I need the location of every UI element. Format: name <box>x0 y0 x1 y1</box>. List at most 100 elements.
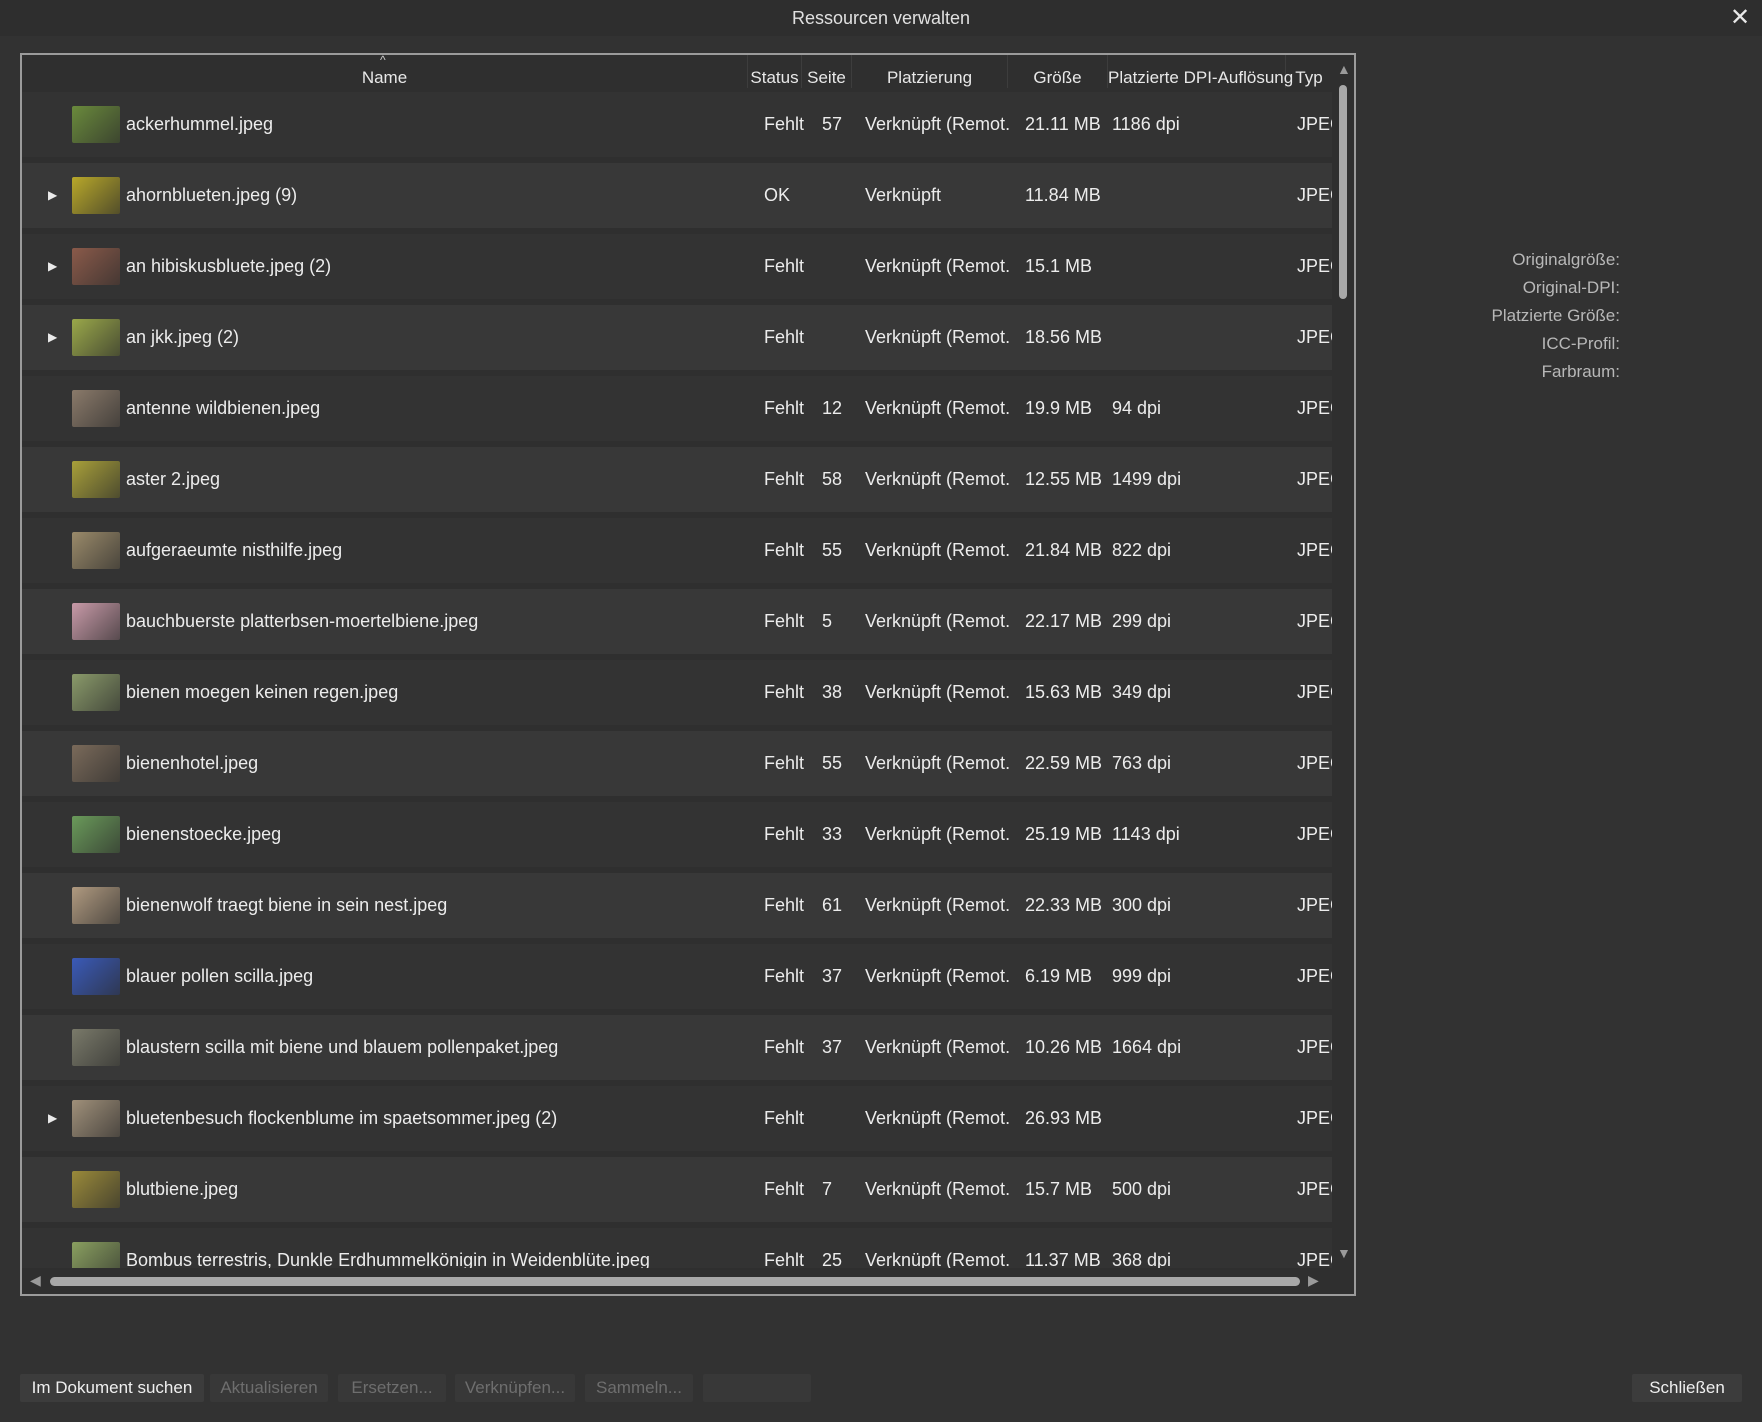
image-thumbnail <box>72 461 120 498</box>
horizontal-scrollbar[interactable]: ◀ ▶ <box>22 1268 1332 1294</box>
cell-type: JPEG <box>1297 682 1332 702</box>
cell-dpi: 299 dpi <box>1112 611 1172 631</box>
cell-type: JPEG <box>1297 469 1332 489</box>
cell-size: 19.9 MB <box>1025 398 1093 418</box>
expand-arrow-icon[interactable]: ▶ <box>48 305 57 370</box>
cell-status: OK <box>764 185 791 205</box>
image-thumbnail <box>72 603 120 640</box>
cell-dpi: 500 dpi <box>1112 1179 1172 1199</box>
table-row[interactable]: bienenwolf traegt biene in sein nest.jpe… <box>22 873 1332 938</box>
cell-placement: Verknüpft (Remot... <box>865 398 1010 418</box>
table-row[interactable]: bienenhotel.jpeg Fehlt 55 Verknüpft (Remot.… <box>22 731 1332 796</box>
cell-size: 25.19 MB <box>1025 824 1103 844</box>
expand-arrow-icon[interactable]: ▶ <box>48 1086 57 1151</box>
cell-placement: Verknüpft (Remot... <box>865 824 1010 844</box>
cell-page: 38 <box>822 682 843 702</box>
table-header: ^ Name Status Seite Platzierung Größe Pl… <box>22 55 1332 88</box>
table-row[interactable]: bauchbuerste platterbsen-moertelbiene.jp… <box>22 589 1332 654</box>
table-row[interactable]: blaustern scilla mit biene und blauem po… <box>22 1015 1332 1080</box>
cell-size: 26.93 MB <box>1025 1108 1103 1128</box>
cell-dpi: 1499 dpi <box>1112 469 1182 489</box>
scroll-up-icon[interactable]: ▲ <box>1337 61 1351 77</box>
close-button[interactable]: Schließen <box>1632 1374 1742 1402</box>
column-header-dpi[interactable]: Platzierte DPI-Auflösung <box>1108 55 1293 88</box>
table-row[interactable]: blauer pollen scilla.jpeg Fehlt 37 Verknüpf… <box>22 944 1332 1009</box>
vertical-scrollbar[interactable]: ▲ ▼ <box>1332 55 1354 1268</box>
table-row[interactable]: ▶ an jkk.jpeg (2) Fehlt Verknüpft (Remot...… <box>22 305 1332 370</box>
expand-arrow-icon[interactable]: ▶ <box>48 163 57 228</box>
cell-type: JPEG <box>1297 966 1332 986</box>
link-button[interactable]: Verknüpfen... <box>455 1374 575 1402</box>
cell-status: Fehlt <box>764 114 805 134</box>
cell-placement: Verknüpft (Remot... <box>865 1108 1010 1128</box>
cell-placement: Verknüpft (Remot... <box>865 114 1010 134</box>
color-space-label: Farbraum: <box>1541 362 1620 381</box>
cell-size: 21.11 MB <box>1025 114 1101 134</box>
cell-dpi <box>1112 163 1212 228</box>
image-thumbnail <box>72 106 120 143</box>
table-row[interactable]: bienen moegen keinen regen.jpeg Fehlt 38 Ve… <box>22 660 1332 725</box>
cell-dpi: 94 dpi <box>1112 398 1162 418</box>
cell-placement: Verknüpft (Remot... <box>865 256 1010 276</box>
cell-dpi <box>1112 305 1212 370</box>
column-header-name[interactable]: Name <box>22 55 748 88</box>
cell-placement: Verknüpft (Remot... <box>865 895 1010 915</box>
cell-name: bienenstoecke.jpeg <box>126 824 282 844</box>
cell-dpi <box>1112 234 1212 299</box>
cell-name: bienen moegen keinen regen.jpeg <box>126 682 399 702</box>
table-row[interactable]: antenne wildbienen.jpeg Fehlt 12 Verknüpft … <box>22 376 1332 441</box>
update-button[interactable]: Aktualisieren <box>210 1374 328 1402</box>
scroll-left-icon[interactable]: ◀ <box>30 1272 41 1289</box>
column-header-type[interactable]: Typ <box>1286 55 1332 88</box>
cell-name: blauer pollen scilla.jpeg <box>126 966 314 986</box>
cell-page: 5 <box>822 611 833 631</box>
cell-size: 18.56 MB <box>1025 327 1103 347</box>
table-row[interactable]: aufgeraeumte nisthilfe.jpeg Fehlt 55 Verknü… <box>22 518 1332 583</box>
cell-dpi: 999 dpi <box>1112 966 1172 986</box>
cell-size: 21.84 MB <box>1025 540 1103 560</box>
vertical-scroll-thumb[interactable] <box>1339 85 1347 299</box>
scroll-right-icon[interactable]: ▶ <box>1308 1272 1319 1289</box>
cell-placement: Verknüpft <box>865 185 942 205</box>
cell-name: bauchbuerste platterbsen-moertelbiene.jp… <box>126 611 479 631</box>
image-thumbnail <box>72 248 120 285</box>
table-row[interactable]: bienenstoecke.jpeg Fehlt 33 Verknüpft (Remo… <box>22 802 1332 867</box>
image-thumbnail <box>72 745 120 782</box>
blank-button[interactable] <box>703 1374 811 1402</box>
expand-arrow-icon[interactable]: ▶ <box>48 234 57 299</box>
table-row[interactable]: ▶ bluetenbesuch flockenblume im spaetsomm… <box>22 1086 1332 1151</box>
image-thumbnail <box>72 1242 120 1268</box>
close-icon[interactable]: ✕ <box>1726 4 1754 32</box>
column-header-page[interactable]: Seite <box>802 55 852 88</box>
image-thumbnail <box>72 1171 120 1208</box>
collect-button[interactable]: Sammeln... <box>585 1374 693 1402</box>
original-size-label: Originalgröße: <box>1512 250 1620 269</box>
replace-button[interactable]: Ersetzen... <box>338 1374 446 1402</box>
column-header-status[interactable]: Status <box>748 55 802 88</box>
cell-status: Fehlt <box>764 398 805 418</box>
cell-name: an jkk.jpeg (2) <box>126 327 240 347</box>
table-row[interactable]: blutbiene.jpeg Fehlt 7 Verknüpft (Remot... 1… <box>22 1157 1332 1222</box>
cell-status: Fehlt <box>764 327 805 347</box>
table-row[interactable]: Bombus terrestris, Dunkle Erdhummelkönig… <box>22 1228 1332 1268</box>
find-in-document-button[interactable]: Im Dokument suchen <box>20 1374 204 1402</box>
cell-page: 55 <box>822 540 843 560</box>
column-header-size[interactable]: Größe <box>1008 55 1108 88</box>
cell-dpi: 763 dpi <box>1112 753 1172 773</box>
cell-status: Fehlt <box>764 1250 805 1268</box>
cell-status: Fehlt <box>764 966 805 986</box>
table-row[interactable]: ackerhummel.jpeg Fehlt 57 Verknüpft (Remot.… <box>22 92 1332 157</box>
window-title: Ressourcen verwalten <box>791 8 971 28</box>
scroll-down-icon[interactable]: ▼ <box>1337 1245 1351 1261</box>
table-row[interactable]: ▶ an hibiskusbluete.jpeg (2) Fehlt Verknüpf… <box>22 234 1332 299</box>
cell-type: JPEG <box>1297 540 1332 560</box>
column-header-placement[interactable]: Platzierung <box>852 55 1008 88</box>
cell-status: Fehlt <box>764 469 805 489</box>
cell-page <box>822 163 852 228</box>
horizontal-scroll-thumb[interactable] <box>50 1277 1300 1286</box>
cell-dpi: 1664 dpi <box>1112 1037 1182 1057</box>
cell-dpi: 1143 dpi <box>1112 824 1180 844</box>
table-row[interactable]: ▶ ahornblueten.jpeg (9) OK Verknüpft 11.84 M… <box>22 163 1332 228</box>
image-thumbnail <box>72 1029 120 1066</box>
table-row[interactable]: aster 2.jpeg Fehlt 58 Verknüpft (Remot... 12… <box>22 447 1332 512</box>
